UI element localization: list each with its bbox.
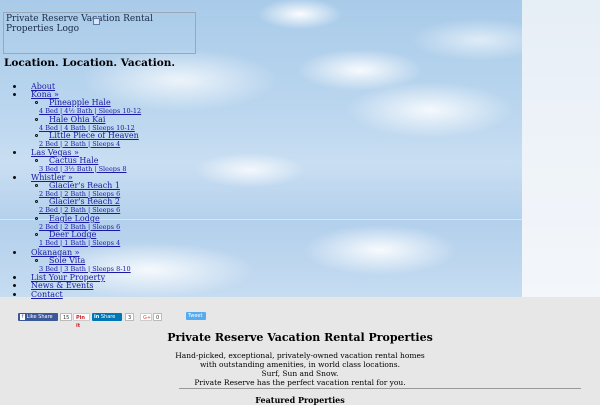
logo-alt-text: Private Reserve Vacation Rental Properti…: [6, 14, 153, 34]
bullet-icon: [13, 151, 16, 154]
google-plus-button[interactable]: G+: [140, 313, 152, 321]
nav-deer-lodge-detail[interactable]: 1 Bed | 1 Bath | Sleeps 4: [39, 239, 120, 248]
site-tagline: Location. Location. Vacation.: [4, 57, 176, 69]
nav-contact[interactable]: Contact: [31, 290, 63, 299]
nav-little-piece-of-heaven[interactable]: Little Piece of Heaven: [49, 131, 139, 140]
facebook-icon: f: [20, 313, 25, 320]
intro-line-2: with outstanding amenities, in world cla…: [200, 360, 400, 369]
sub-bullet-icon: [35, 118, 38, 121]
sub-bullet-icon: [35, 134, 38, 137]
bullet-icon: [13, 293, 16, 296]
facebook-like-button[interactable]: f Like Share: [18, 313, 58, 321]
nav-news-events[interactable]: News & Events: [31, 281, 93, 290]
bullet-icon: [13, 93, 16, 96]
pinterest-button[interactable]: Pin it: [73, 313, 90, 329]
intro-line-3: Surf, Sun and Snow.: [261, 369, 339, 378]
sub-bullet-icon: [35, 184, 38, 187]
nav-eagle-lodge[interactable]: Eagle Lodge: [49, 214, 100, 223]
nav-pineapple-hale[interactable]: Pineapple Hale: [49, 98, 111, 107]
nav-hale-ohia-kai[interactable]: Hale Ohia Kai: [49, 115, 105, 124]
tweet-button[interactable]: Tweet: [186, 312, 206, 320]
bullet-icon: [13, 251, 16, 254]
bullet-icon: [13, 284, 16, 287]
sub-bullet-icon: [35, 200, 38, 203]
divider: [179, 388, 581, 389]
google-plus-count: 0: [153, 313, 163, 321]
broken-image-icon: [93, 18, 100, 25]
sub-bullet-icon: [35, 233, 38, 236]
bullet-icon: [13, 176, 16, 179]
sub-bullet-icon: [35, 159, 38, 162]
bullet-icon: [13, 85, 16, 88]
sub-bullet-icon: [35, 217, 38, 220]
nav-glaciers-reach-1[interactable]: Glacier's Reach 1: [49, 181, 120, 190]
intro-line-1: Hand-picked, exceptional, privately-owne…: [175, 351, 425, 360]
linkedin-share-button[interactable]: in Share: [92, 313, 122, 321]
page-title: Private Reserve Vacation Rental Properti…: [167, 331, 433, 344]
linkedin-icon: in: [94, 314, 100, 320]
bullet-icon: [13, 276, 16, 279]
nav-deer-lodge[interactable]: Deer Lodge: [49, 230, 96, 239]
linkedin-count: 3: [125, 313, 135, 321]
nav-sole-vita[interactable]: Sole Vita: [49, 256, 85, 265]
sub-bullet-icon: [35, 259, 38, 262]
section-heading: Featured Properties: [255, 395, 345, 405]
page: Private Reserve Vacation Rental Properti…: [0, 0, 600, 405]
facebook-count: 15: [60, 313, 73, 321]
nav-glaciers-reach-2[interactable]: Glacier's Reach 2: [49, 197, 120, 206]
nav-cactus-hale[interactable]: Cactus Hale: [49, 156, 98, 165]
intro-line-4: Private Reserve has the perfect vacation…: [194, 378, 406, 387]
intro-text: Hand-picked, exceptional, privately-owne…: [0, 351, 600, 387]
sub-bullet-icon: [35, 101, 38, 104]
